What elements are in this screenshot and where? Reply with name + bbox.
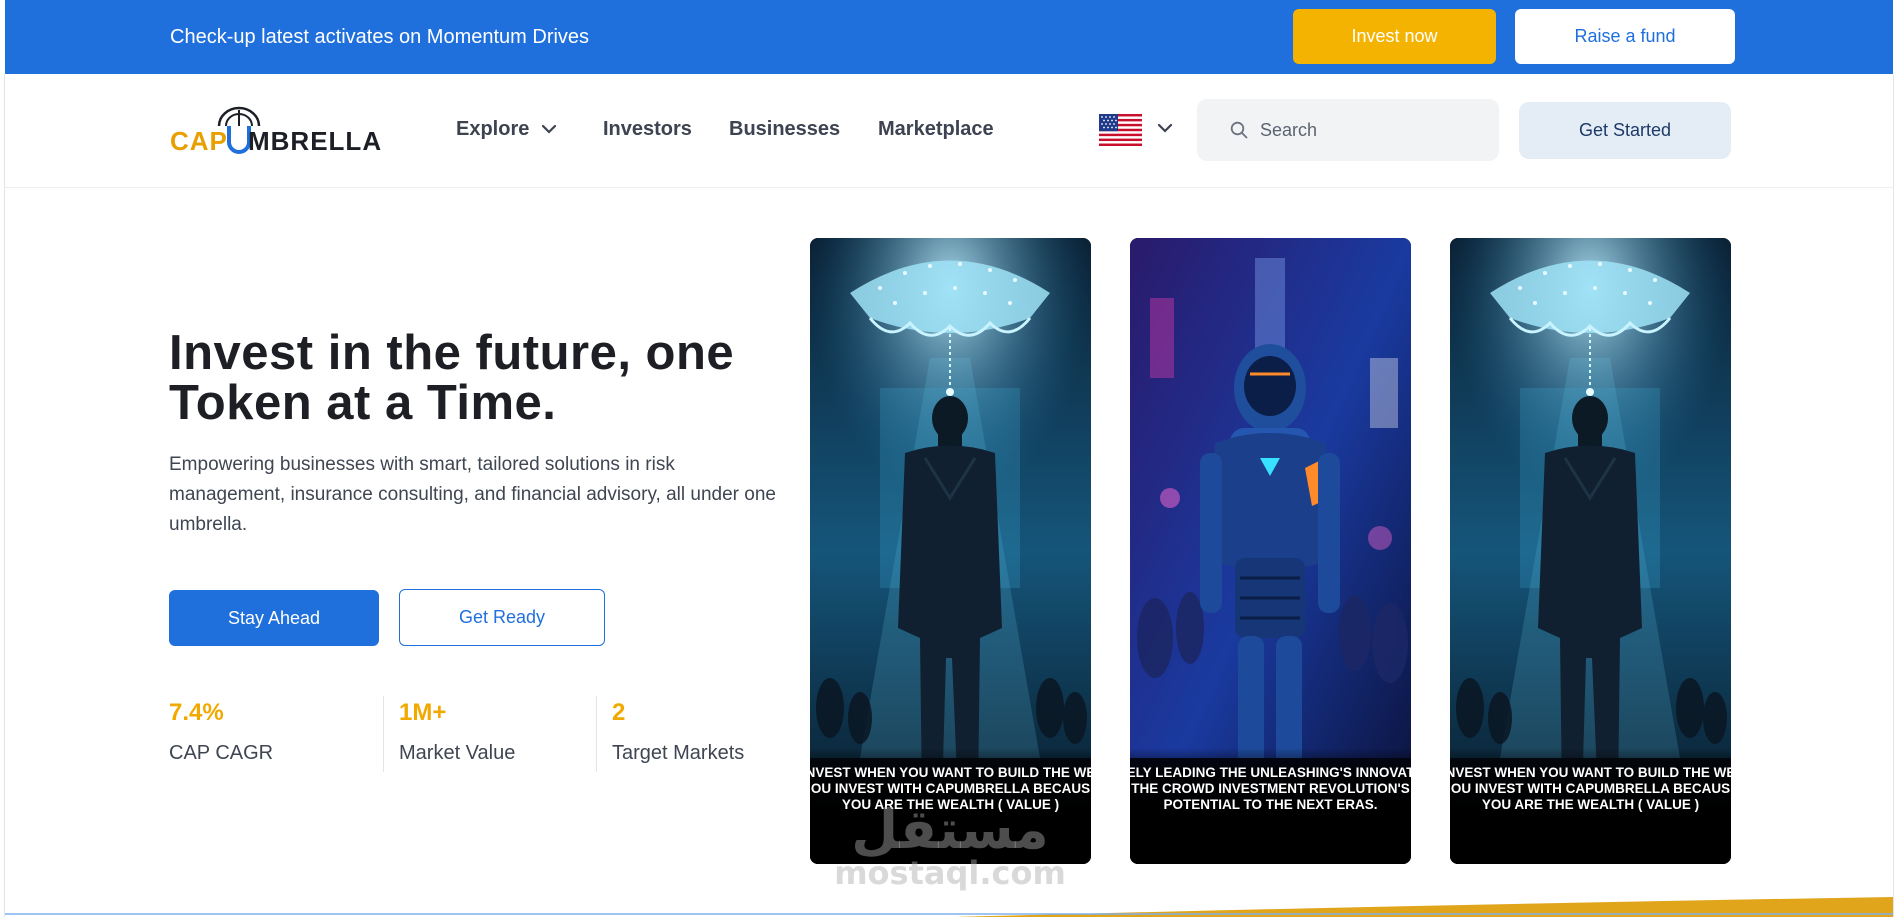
stat-value: 2 xyxy=(612,699,626,726)
nav-explore[interactable]: Explore xyxy=(456,118,529,141)
capumbrella-logo[interactable]: CAP MBRELLA xyxy=(170,104,381,156)
invest-now-button[interactable]: Invest now xyxy=(1293,9,1496,64)
nav-businesses[interactable]: Businesses xyxy=(729,118,840,141)
header-divider xyxy=(5,187,1893,188)
us-flag-icon[interactable] xyxy=(1099,114,1142,146)
raise-fund-button[interactable]: Raise a fund xyxy=(1515,9,1735,64)
get-started-button[interactable]: Get Started xyxy=(1519,102,1731,159)
hero-title: Invest in the future, one Token at a Tim… xyxy=(169,326,735,430)
logo-text-cap: CAP xyxy=(170,126,228,156)
card-caption: ELY LEADING THE UNLEASHING'S INNOVAT THE… xyxy=(1130,765,1411,812)
search-box[interactable] xyxy=(1197,99,1499,161)
nav-investors[interactable]: Investors xyxy=(603,118,692,141)
promo-card-3[interactable]: NVEST WHEN YOU WANT TO BUILD THE WE OU I… xyxy=(1450,238,1731,864)
card-caption: NVEST WHEN YOU WANT TO BUILD THE WE OU I… xyxy=(1450,765,1731,812)
stat-divider xyxy=(383,696,384,772)
nav-marketplace[interactable]: Marketplace xyxy=(878,118,994,141)
stat-value: 7.4% xyxy=(169,699,224,726)
logo-text-umbrella: MBRELLA xyxy=(248,126,383,156)
bottom-accent-wave xyxy=(5,897,1893,917)
language-chevron-down-icon[interactable] xyxy=(1156,121,1174,135)
hero-description: Empowering businesses with smart, tailor… xyxy=(169,454,776,535)
promo-bar: Check-up latest activates on Momentum Dr… xyxy=(5,0,1893,74)
promo-card-2[interactable]: ELY LEADING THE UNLEASHING'S INNOVAT THE… xyxy=(1130,238,1411,864)
stat-divider xyxy=(596,696,597,772)
promo-text: Check-up latest activates on Momentum Dr… xyxy=(170,26,590,48)
stat-label: Target Markets xyxy=(612,742,745,764)
get-ready-button[interactable]: Get Ready xyxy=(399,589,605,646)
stat-label: CAP CAGR xyxy=(169,742,274,764)
stay-ahead-button[interactable]: Stay Ahead xyxy=(169,590,379,646)
stat-label: Market Value xyxy=(399,742,516,764)
promo-card-1[interactable]: NVEST WHEN YOU WANT TO BUILD THE WE OU I… xyxy=(810,238,1091,864)
card-caption: NVEST WHEN YOU WANT TO BUILD THE WE OU I… xyxy=(810,765,1091,812)
search-icon xyxy=(1230,121,1248,139)
stat-value: 1M+ xyxy=(399,699,447,726)
frame-right-border xyxy=(1893,74,1894,917)
frame-left-border xyxy=(4,74,5,917)
chevron-down-icon[interactable] xyxy=(540,122,558,136)
search-input[interactable] xyxy=(1260,99,1490,161)
